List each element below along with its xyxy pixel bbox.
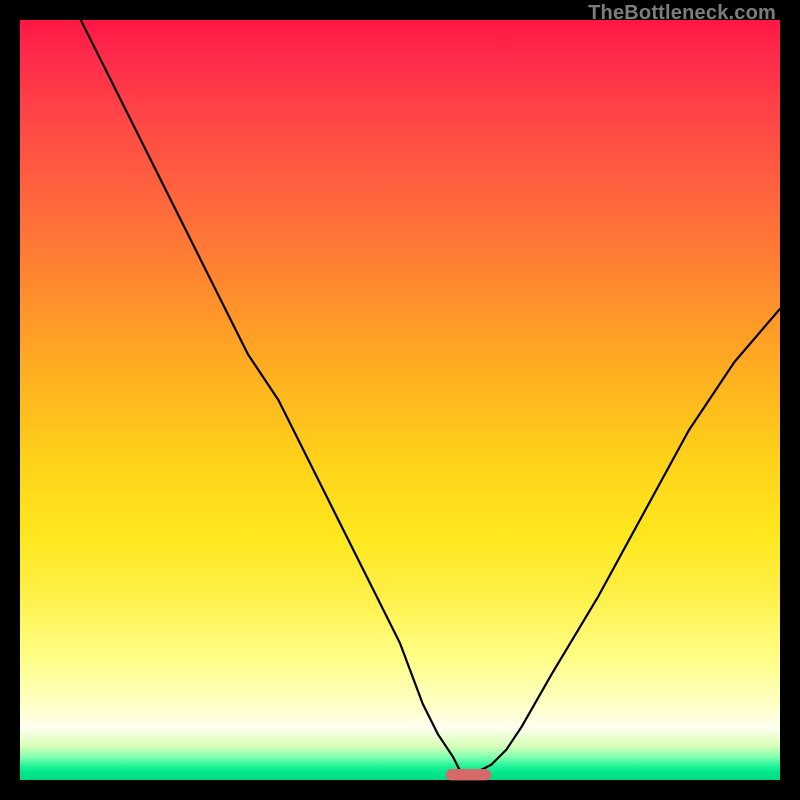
chart-overlay: [20, 20, 780, 780]
chart-frame: TheBottleneck.com: [0, 0, 800, 800]
bottleneck-curve: [81, 20, 780, 772]
optimum-marker: [446, 769, 492, 780]
